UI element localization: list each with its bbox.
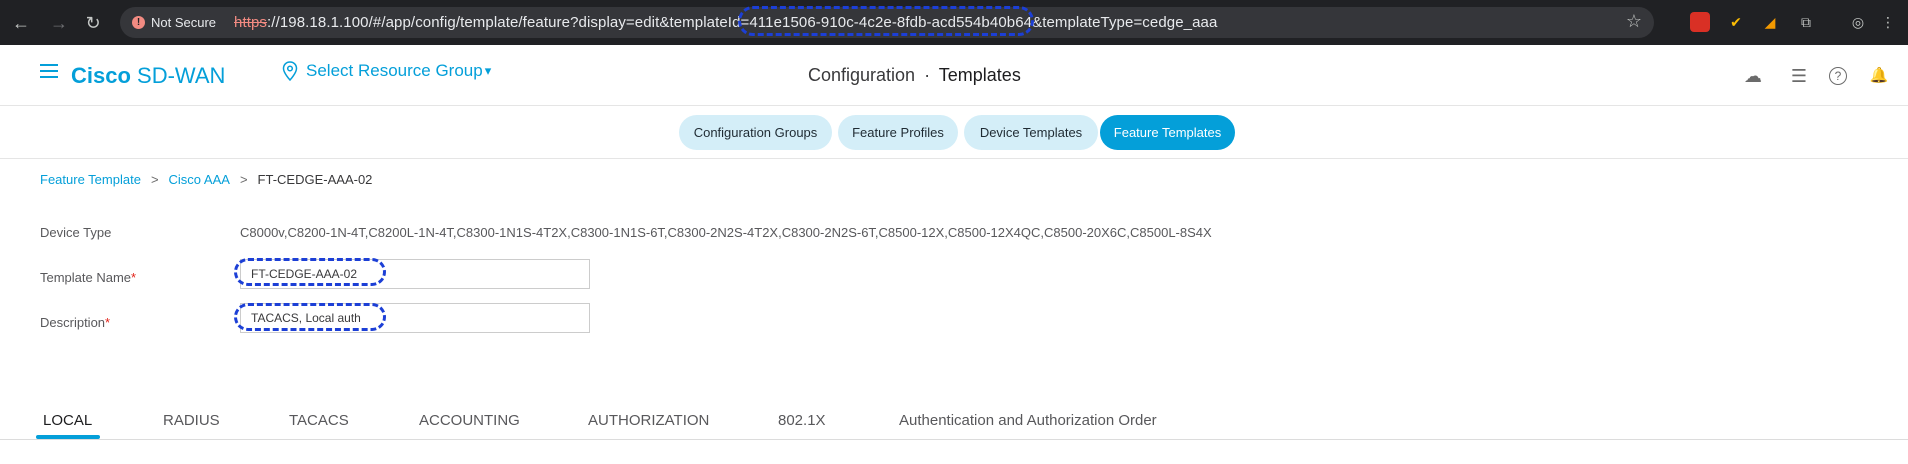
security-label: Not Secure xyxy=(151,15,217,30)
tab-device-templates[interactable]: Device Templates xyxy=(964,115,1098,150)
brand-product: SD-WAN xyxy=(130,63,226,88)
required-mark: * xyxy=(131,270,137,285)
tab-tacacs[interactable]: TACACS xyxy=(289,412,349,429)
tab-local[interactable]: LOCAL xyxy=(43,412,92,429)
security-indicator[interactable]: ! Not Secure xyxy=(132,12,216,33)
template-name-label: Template Name* xyxy=(40,270,136,285)
description-highlight-annotation xyxy=(234,303,386,331)
required-mark: * xyxy=(105,315,111,330)
tab-802-1x[interactable]: 802.1X xyxy=(778,412,826,429)
extension-bookmark-icon[interactable] xyxy=(1690,12,1710,32)
chevron-down-icon: ▾ xyxy=(484,63,492,78)
device-type-value: C8000v,C8200-1N-4T,C8200L-1N-4T,C8300-1N… xyxy=(240,225,1212,240)
warning-icon: ! xyxy=(132,16,145,29)
breadcrumb-current: FT-CEDGE-AAA-02 xyxy=(257,172,373,187)
profile-icon[interactable]: ◎ xyxy=(1848,12,1868,32)
url-text[interactable]: https://198.18.1.100/#/app/config/templa… xyxy=(234,14,1217,31)
notification-bell-icon[interactable]: 🔔 xyxy=(1868,65,1890,87)
tab-feature-profiles[interactable]: Feature Profiles xyxy=(838,115,958,150)
breadcrumb-separator-icon: > xyxy=(150,172,159,187)
rss-icon[interactable]: ◢ xyxy=(1760,12,1780,32)
app-brand: Cisco SD-WAN xyxy=(71,63,225,89)
brand-cisco: Cisco xyxy=(71,63,131,88)
page-title-section: Configuration xyxy=(808,65,916,85)
resource-group-selector[interactable]: Select Resource Group ▾ xyxy=(282,61,491,81)
template-type-tabs: Configuration Groups Feature Profiles De… xyxy=(0,107,1908,159)
description-label-text: Description xyxy=(40,315,106,330)
cloud-icon[interactable]: ☁ xyxy=(1742,65,1764,87)
hamburger-menu-icon[interactable] xyxy=(40,64,58,78)
reload-icon[interactable]: ↻ xyxy=(82,12,104,34)
extensions-puzzle-icon[interactable]: ⧉ xyxy=(1796,12,1816,32)
url-scheme: https xyxy=(234,14,268,31)
template-name-label-text: Template Name xyxy=(40,270,132,285)
template-name-highlight-annotation xyxy=(234,258,386,286)
tab-configuration-groups[interactable]: Configuration Groups xyxy=(679,115,832,150)
breadcrumb: Feature Template > Cisco AAA > FT-CEDGE-… xyxy=(40,172,372,187)
tab-feature-templates[interactable]: Feature Templates xyxy=(1100,115,1235,150)
resource-group-label: Select Resource Group xyxy=(306,61,483,80)
page-title-current: Templates xyxy=(938,65,1021,85)
browser-toolbar: ← → ↻ ! Not Secure https://198.18.1.100/… xyxy=(0,0,1908,45)
tab-authentication-authorization-order[interactable]: Authentication and Authorization Order xyxy=(899,412,1157,429)
back-icon[interactable]: ← xyxy=(10,12,32,34)
title-separator: · xyxy=(924,65,931,85)
task-list-icon[interactable]: ☰ xyxy=(1788,65,1810,87)
app-header: Cisco SD-WAN Select Resource Group ▾ Con… xyxy=(0,45,1908,106)
url-highlight-annotation xyxy=(738,6,1034,36)
bookmark-star-icon[interactable]: ☆ xyxy=(1626,11,1642,32)
breadcrumb-separator-icon: > xyxy=(239,172,248,187)
active-tab-indicator xyxy=(36,435,100,439)
breadcrumb-cisco-aaa[interactable]: Cisco AAA xyxy=(169,172,230,187)
aaa-section-tabs: LOCAL RADIUS TACACS ACCOUNTING AUTHORIZA… xyxy=(0,404,1908,440)
description-label: Description* xyxy=(40,315,110,330)
tab-accounting[interactable]: ACCOUNTING xyxy=(419,412,520,429)
breadcrumb-feature-template[interactable]: Feature Template xyxy=(40,172,141,187)
tab-radius[interactable]: RADIUS xyxy=(163,412,220,429)
forward-icon[interactable]: → xyxy=(48,12,70,34)
browser-menu-icon[interactable]: ⋮ xyxy=(1878,12,1898,32)
page-title: Configuration · Templates xyxy=(808,65,1021,86)
help-icon[interactable]: ? xyxy=(1829,67,1847,85)
device-type-label: Device Type xyxy=(40,225,112,240)
location-pin-icon xyxy=(282,61,298,81)
tab-authorization[interactable]: AUTHORIZATION xyxy=(588,412,709,429)
extension-check-icon[interactable]: ✔ xyxy=(1726,12,1746,32)
